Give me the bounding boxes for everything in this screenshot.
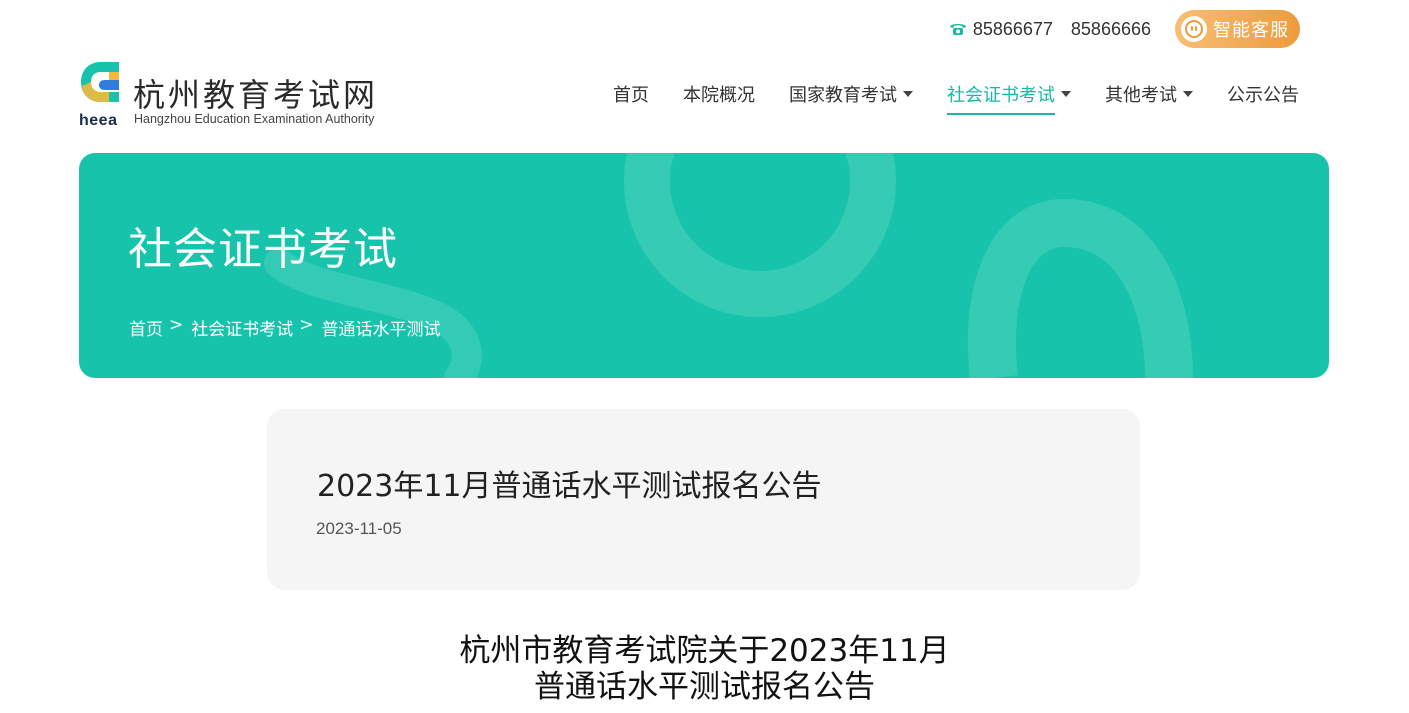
nav-item-label: 其他考试 xyxy=(1105,85,1177,106)
logo-subtitle: Hangzhou Education Examination Authority xyxy=(134,112,375,126)
nav-item-label: 本院概况 xyxy=(683,85,755,106)
article-heading-line-2: 普通话水平测试报名公告 xyxy=(534,669,875,705)
banner-title: 社会证书考试 xyxy=(128,224,398,275)
article-date: 2023-11-05 xyxy=(316,519,402,538)
main-nav: 首页 本院概况 国家教育考试 社会证书考试 其他考试 公示公告 xyxy=(579,80,1299,115)
nav-item-label: 国家教育考试 xyxy=(789,85,897,106)
page-banner: 社会证书考试 首页 > 社会证书考试 > 普通话水平测试 xyxy=(79,153,1329,378)
logo-abbr: heea xyxy=(79,112,118,129)
nav-item-label: 首页 xyxy=(613,85,649,106)
article-title: 2023年11月普通话水平测试报名公告 xyxy=(317,469,822,504)
nav-item-other-exams[interactable]: 其他考试 xyxy=(1105,81,1193,107)
nav-item-announcements[interactable]: 公示公告 xyxy=(1227,81,1299,107)
nav-item-national-exams[interactable]: 国家教育考试 xyxy=(789,81,913,107)
logo-title: 杭州教育考试网 xyxy=(133,76,379,114)
phone-icon xyxy=(947,18,969,40)
breadcrumb-home[interactable]: 首页 xyxy=(129,315,163,340)
nav-item-social-certificate-exams[interactable]: 社会证书考试 xyxy=(947,81,1071,115)
phone-number-2: 85866666 xyxy=(1070,18,1151,39)
caret-down-icon xyxy=(1183,91,1193,97)
smart-service-label: 智能客服 xyxy=(1213,20,1289,41)
breadcrumb-separator: > xyxy=(169,315,184,335)
article-header-card: 2023年11月普通话水平测试报名公告 2023-11-05 xyxy=(267,409,1140,590)
nav-item-home[interactable]: 首页 xyxy=(613,81,649,107)
caret-down-icon xyxy=(1061,91,1071,97)
nav-item-label: 社会证书考试 xyxy=(947,85,1055,106)
breadcrumb-separator: > xyxy=(299,315,314,335)
logo-mark-icon xyxy=(81,62,119,102)
robot-icon xyxy=(1181,16,1207,42)
breadcrumb: 首页 > 社会证书考试 > 普通话水平测试 xyxy=(129,315,441,340)
breadcrumb-putonghua-test[interactable]: 普通话水平测试 xyxy=(322,315,441,340)
smart-service-button[interactable]: 智能客服 xyxy=(1175,10,1300,48)
breadcrumb-social-certificate-exams[interactable]: 社会证书考试 xyxy=(191,315,293,340)
article-body-heading: 杭州市教育考试院关于2023年11月 普通话水平测试报名公告 xyxy=(0,633,1409,705)
phone-number-1: 85866677 xyxy=(972,18,1053,39)
site-logo[interactable]: heea 杭州教育考试网 Hangzhou Education Examinat… xyxy=(79,58,409,130)
nav-item-label: 公示公告 xyxy=(1227,85,1299,106)
nav-item-about[interactable]: 本院概况 xyxy=(683,81,755,107)
caret-down-icon xyxy=(903,91,913,97)
top-bar: 85866677 85866666 智能客服 xyxy=(947,10,1300,48)
article-heading-line-1: 杭州市教育考试院关于2023年11月 xyxy=(459,633,950,669)
